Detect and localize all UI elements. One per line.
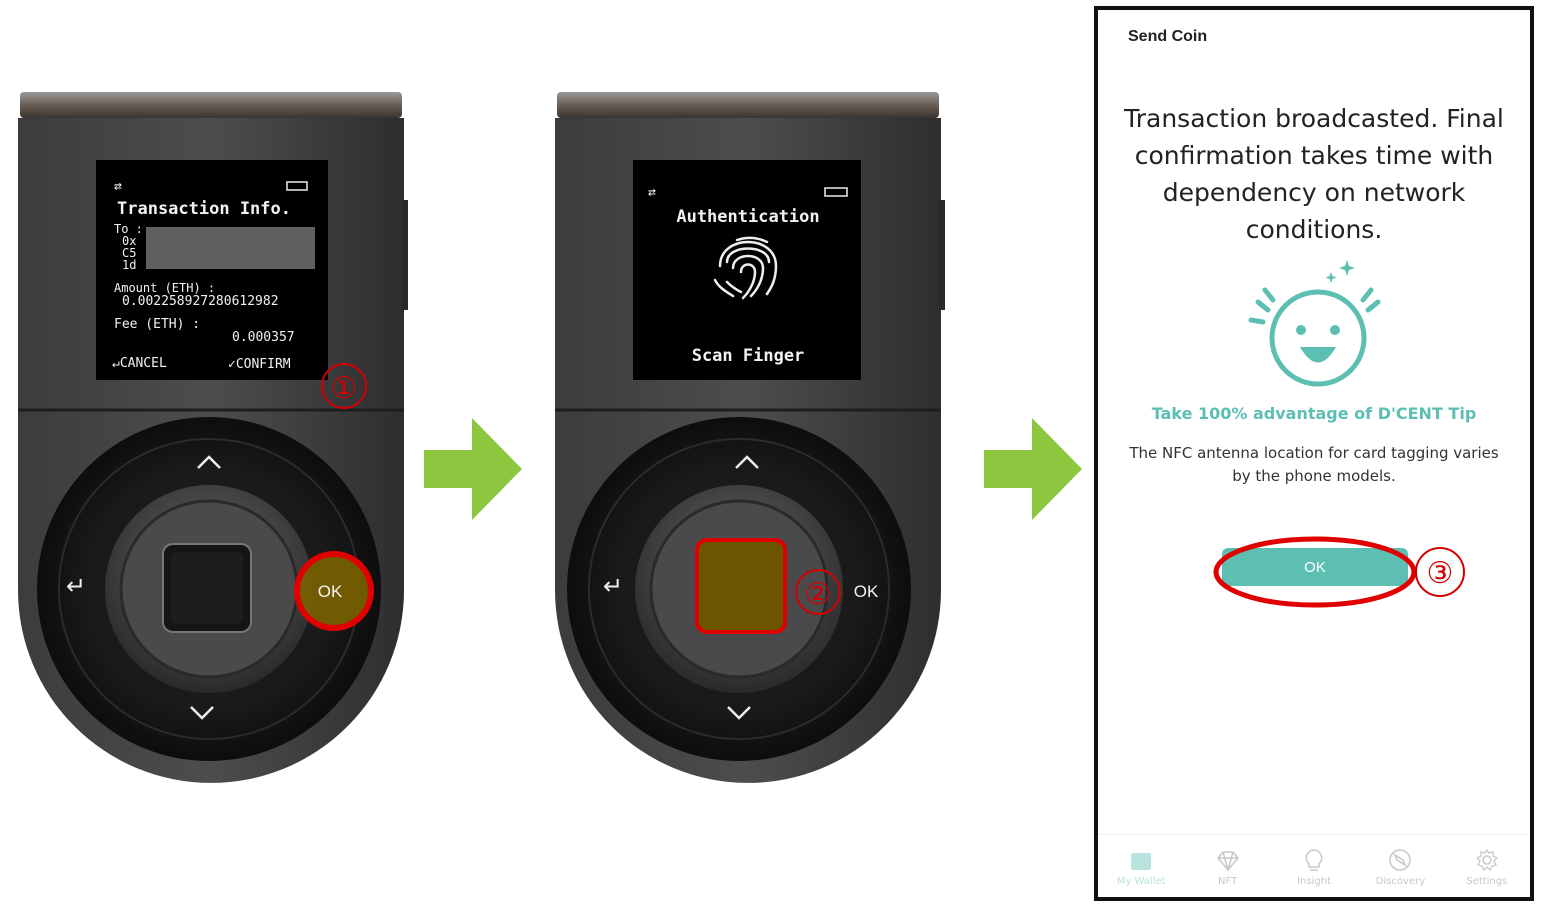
- tab-insight[interactable]: Insight: [1271, 835, 1357, 897]
- tab-discovery[interactable]: Discovery: [1357, 835, 1443, 897]
- redacted-address: [146, 227, 315, 269]
- screen-title: Transaction Info.: [117, 199, 291, 219]
- smiley-icon: [1248, 260, 1381, 387]
- lightbulb-icon: [1305, 849, 1323, 871]
- tab-label: NFT: [1218, 876, 1238, 887]
- fee-value: 0.000357: [232, 330, 295, 345]
- step-3-marker: ③: [1415, 547, 1465, 597]
- tip-title: Take 100% advantage of D'CENT Tip: [1151, 404, 1477, 423]
- address-line: 1d: [122, 258, 136, 272]
- tab-label: Settings: [1466, 876, 1508, 887]
- step-2-marker: ②: [805, 577, 832, 612]
- cancel-option: ↵CANCEL: [112, 356, 167, 371]
- fingerprint-sensor[interactable]: [695, 538, 787, 634]
- broadcast-message: Transaction broadcasted. Final confirmat…: [1124, 104, 1504, 244]
- diamond-icon: [1216, 851, 1239, 872]
- wallet-device-transaction: ↵ ⇄ Transaction Info. To : 0x C5 1d Amou…: [0, 0, 420, 800]
- tab-nft[interactable]: NFT: [1184, 835, 1270, 897]
- svg-text:OK: OK: [318, 582, 343, 601]
- step-1-marker: ①: [331, 371, 358, 406]
- ok-button[interactable]: OK: [294, 551, 374, 631]
- back-icon[interactable]: ↵: [66, 572, 86, 600]
- tab-my-wallet[interactable]: My Wallet: [1098, 835, 1184, 897]
- gear-icon: [1475, 848, 1498, 872]
- amount-label: Amount (ETH) :: [114, 281, 215, 295]
- tab-label: My Wallet: [1116, 876, 1166, 887]
- bottom-tab-bar: My Wallet NFT Insight Discovery Settings: [1098, 834, 1530, 897]
- ok-button[interactable]: OK: [854, 582, 879, 601]
- next-step-arrow-icon: [984, 418, 1082, 520]
- tab-label: Insight: [1297, 876, 1331, 887]
- compass-icon: [1389, 849, 1412, 871]
- fee-label: Fee (ETH) :: [114, 317, 200, 332]
- back-icon[interactable]: ↵: [603, 572, 623, 600]
- transfer-icon: ⇄: [114, 179, 122, 194]
- svg-text:③: ③: [1427, 556, 1454, 591]
- amount-value: 0.002258927280612982: [122, 294, 279, 309]
- tab-label: Discovery: [1375, 876, 1426, 887]
- transfer-icon: ⇄: [648, 185, 656, 200]
- highlight-ellipse: [1213, 536, 1417, 608]
- phone-screen: Send Coin Transaction broadcasted. Final…: [1094, 6, 1534, 901]
- confirm-option: ✓CONFIRM: [228, 357, 291, 372]
- wallet-icon: [1131, 853, 1152, 870]
- tab-settings[interactable]: Settings: [1444, 835, 1530, 897]
- scan-prompt: Scan Finger: [692, 346, 805, 366]
- screen-title: Authentication: [676, 207, 819, 227]
- next-step-arrow-icon: [424, 418, 522, 520]
- tip-description: The NFC antenna location for card taggin…: [1129, 444, 1499, 485]
- wallet-device-authentication: ↵ OK ⇄ Authentication Scan Finger ②: [537, 0, 957, 800]
- page-title: Send Coin: [1128, 28, 1208, 45]
